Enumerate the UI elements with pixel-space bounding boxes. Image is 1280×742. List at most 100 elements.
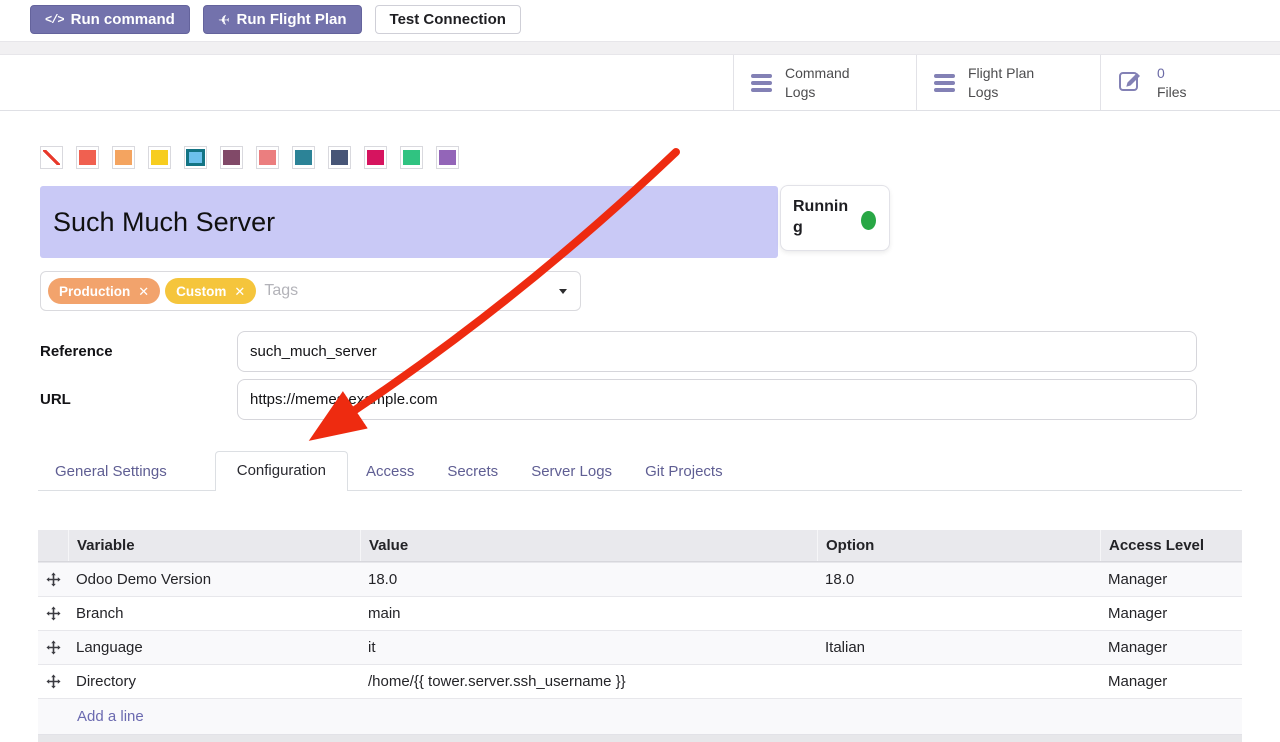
cell-value[interactable]: it bbox=[360, 639, 817, 656]
drag-handle-icon[interactable] bbox=[46, 674, 61, 689]
table-row[interactable]: Odoo Demo Version18.018.0Manager bbox=[38, 562, 1242, 596]
reference-field-label: Reference bbox=[40, 331, 113, 372]
cell-access_level[interactable]: Manager bbox=[1100, 639, 1242, 656]
color-swatch-8[interactable] bbox=[328, 146, 351, 169]
table-row[interactable]: Branchmain Manager bbox=[38, 596, 1242, 630]
cell-variable[interactable]: Odoo Demo Version bbox=[68, 571, 360, 588]
run-flight-plan-button[interactable]: ✈ Run Flight Plan bbox=[203, 5, 362, 34]
color-swatch-11[interactable] bbox=[436, 146, 459, 169]
color-swatch-5[interactable] bbox=[220, 146, 243, 169]
swatch-color bbox=[439, 150, 456, 165]
tab-general-settings[interactable]: General Settings bbox=[55, 463, 167, 480]
run-command-button[interactable]: </> Run command bbox=[30, 5, 190, 34]
hamburger-icon bbox=[751, 74, 772, 92]
page-divider-band bbox=[0, 41, 1280, 55]
cell-value[interactable]: 18.0 bbox=[360, 571, 817, 588]
test-connection-label: Test Connection bbox=[390, 11, 506, 28]
swatch-no-color[interactable] bbox=[40, 146, 63, 169]
table-header-handle-cell bbox=[38, 530, 68, 561]
tab-git-projects[interactable]: Git Projects bbox=[645, 463, 723, 480]
swatch-color bbox=[115, 150, 132, 165]
swatch-color bbox=[259, 150, 276, 165]
hamburger-icon bbox=[934, 74, 955, 92]
dropdown-caret-icon[interactable] bbox=[559, 289, 567, 294]
swatch-color bbox=[43, 150, 60, 165]
tag-remove-icon[interactable]: ✕ bbox=[138, 285, 149, 298]
stat-button-label: 0Files bbox=[1157, 64, 1187, 101]
stat-button-files[interactable]: 0Files bbox=[1100, 55, 1280, 110]
variables-table: VariableValueOptionAccess LevelOdoo Demo… bbox=[38, 530, 1242, 735]
tag-label: Production bbox=[59, 284, 130, 299]
color-swatch-row bbox=[40, 146, 459, 169]
notebook-tabs: General Settings Configuration Access Secre… bbox=[55, 451, 756, 491]
tags-input[interactable]: Production ✕ Custom ✕ Tags bbox=[40, 271, 581, 311]
stat-button-label: Flight PlanLogs bbox=[968, 64, 1034, 101]
cell-access_level[interactable]: Manager bbox=[1100, 673, 1242, 690]
swatch-color bbox=[151, 150, 168, 165]
status-indicator[interactable]: Running bbox=[780, 185, 890, 251]
color-swatch-7[interactable] bbox=[292, 146, 315, 169]
code-icon: </> bbox=[45, 13, 64, 27]
tab-secrets[interactable]: Secrets bbox=[447, 463, 498, 480]
column-header-value: Value bbox=[360, 530, 817, 561]
cell-option[interactable]: 18.0 bbox=[817, 571, 1100, 588]
cell-variable[interactable]: Directory bbox=[68, 673, 360, 690]
cell-access_level[interactable]: Manager bbox=[1100, 605, 1242, 622]
edit-icon bbox=[1118, 67, 1144, 98]
color-swatch-9[interactable] bbox=[364, 146, 387, 169]
cell-value[interactable]: /home/{{ tower.server.ssh_username }} bbox=[360, 673, 817, 690]
plane-icon: ✈ bbox=[218, 13, 230, 27]
cell-access_level[interactable]: Manager bbox=[1100, 571, 1242, 588]
tag-pill-production: Production ✕ bbox=[48, 278, 160, 304]
swatch-color bbox=[223, 150, 240, 165]
swatch-color bbox=[79, 150, 96, 165]
swatch-color bbox=[403, 150, 420, 165]
color-swatch-10[interactable] bbox=[400, 146, 423, 169]
color-swatch-4[interactable] bbox=[184, 146, 207, 169]
server-form-page: </> Run command ✈ Run Flight Plan Test C… bbox=[0, 0, 1280, 742]
run-command-label: Run command bbox=[71, 11, 175, 28]
tag-pill-custom: Custom ✕ bbox=[165, 278, 256, 304]
stat-button-flight-plan-logs[interactable]: Flight PlanLogs bbox=[916, 55, 1100, 110]
tab-server-logs[interactable]: Server Logs bbox=[531, 463, 612, 480]
cell-option[interactable]: Italian bbox=[817, 639, 1100, 656]
url-field-value: https://memes.example.com bbox=[250, 391, 438, 408]
table-row[interactable]: Directory/home/{{ tower.server.ssh_usern… bbox=[38, 664, 1242, 698]
url-field[interactable]: https://memes.example.com bbox=[237, 379, 1197, 420]
add-line-row: Add a line bbox=[38, 698, 1242, 735]
tag-label: Custom bbox=[176, 284, 226, 299]
add-a-line-link[interactable]: Add a line bbox=[77, 708, 144, 725]
tab-configuration[interactable]: Configuration bbox=[215, 451, 348, 491]
color-swatch-3[interactable] bbox=[148, 146, 171, 169]
table-header-row: VariableValueOptionAccess Level bbox=[38, 530, 1242, 562]
stat-button-command-logs[interactable]: CommandLogs bbox=[733, 55, 916, 110]
color-swatch-2[interactable] bbox=[112, 146, 135, 169]
cell-variable[interactable]: Branch bbox=[68, 605, 360, 622]
cell-value[interactable]: main bbox=[360, 605, 817, 622]
status-label: Running bbox=[793, 196, 849, 238]
top-toolbar: </> Run command ✈ Run Flight Plan Test C… bbox=[30, 5, 521, 34]
table-bottom-strip bbox=[38, 735, 1242, 742]
swatch-color bbox=[186, 149, 205, 166]
server-name-input[interactable]: Such Much Server bbox=[40, 186, 778, 258]
color-swatch-1[interactable] bbox=[76, 146, 99, 169]
column-header-option: Option bbox=[817, 530, 1100, 561]
table-row[interactable]: LanguageitItalianManager bbox=[38, 630, 1242, 664]
stat-button-label: CommandLogs bbox=[785, 64, 850, 101]
reference-field-value: such_much_server bbox=[250, 343, 377, 360]
cell-variable[interactable]: Language bbox=[68, 639, 360, 656]
drag-handle-icon[interactable] bbox=[46, 640, 61, 655]
status-dot-green bbox=[861, 211, 876, 230]
tags-placeholder: Tags bbox=[264, 282, 298, 300]
color-swatch-6[interactable] bbox=[256, 146, 279, 169]
drag-handle-icon[interactable] bbox=[46, 606, 61, 621]
tag-remove-icon[interactable]: ✕ bbox=[234, 285, 245, 298]
stat-button-value: 0 bbox=[1157, 64, 1187, 82]
tab-access[interactable]: Access bbox=[366, 463, 414, 480]
reference-field[interactable]: such_much_server bbox=[237, 331, 1197, 372]
drag-handle-icon[interactable] bbox=[46, 572, 61, 587]
column-header-access-level: Access Level bbox=[1100, 530, 1242, 561]
url-field-label: URL bbox=[40, 379, 71, 420]
column-header-variable: Variable bbox=[68, 530, 360, 561]
test-connection-button[interactable]: Test Connection bbox=[375, 5, 521, 34]
